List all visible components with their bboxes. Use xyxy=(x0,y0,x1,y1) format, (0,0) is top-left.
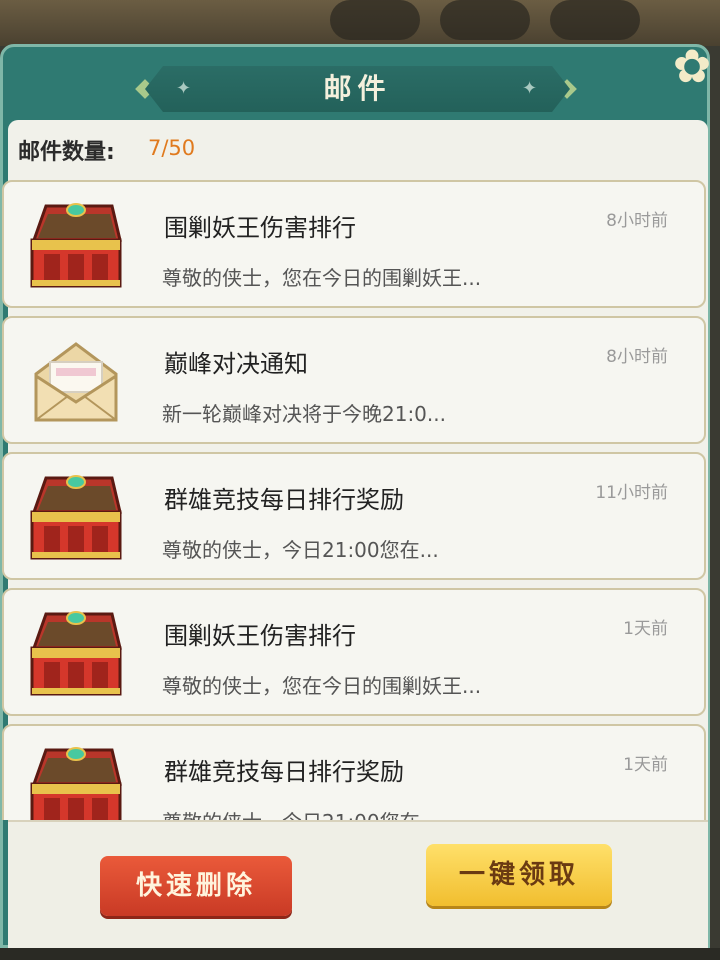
mail-item[interactable]: 围剿妖王伤害排行 尊敬的侠士，您在今日的围剿妖王... 1天前 xyxy=(2,588,706,716)
mail-list[interactable]: 围剿妖王伤害排行 尊敬的侠士，您在今日的围剿妖王... 8小时前 巅峰对决通知 … xyxy=(0,180,712,820)
page-title: 邮件 xyxy=(323,72,392,105)
treasure-chest-icon xyxy=(26,200,126,292)
mail-title: 巅峰对决通知 xyxy=(164,350,308,378)
mail-preview: 尊敬的侠士，您在今日的围剿妖王... xyxy=(162,674,482,698)
mail-title: 围剿妖王伤害排行 xyxy=(164,214,356,242)
mail-item[interactable]: 巅峰对决通知 新一轮巅峰对决将于今晚21:0... 8小时前 xyxy=(2,316,706,444)
flower-ornament-icon: ✿ xyxy=(672,39,712,93)
background-top-strip xyxy=(0,0,720,46)
background-blob xyxy=(440,0,530,40)
background-blob xyxy=(330,0,420,40)
treasure-chest-icon xyxy=(26,472,126,564)
mail-title: 群雄竞技每日排行奖励 xyxy=(164,758,404,786)
mail-title: 群雄竞技每日排行奖励 xyxy=(164,486,404,514)
mail-item[interactable]: 群雄竞技每日排行奖励 尊敬的侠士，今日21:00您在 1天前 xyxy=(2,724,706,820)
claim-all-button[interactable]: 一键领取 xyxy=(426,844,612,906)
mail-item[interactable]: 群雄竞技每日排行奖励 尊敬的侠士，今日21:00您在... 11小时前 xyxy=(2,452,706,580)
treasure-chest-icon xyxy=(26,744,126,820)
mail-time: 8小时前 xyxy=(606,211,668,231)
mail-title: 围剿妖王伤害排行 xyxy=(164,622,356,650)
mail-preview: 尊敬的侠士，您在今日的围剿妖王... xyxy=(162,266,482,290)
mail-time: 1天前 xyxy=(623,755,668,775)
mail-time: 11小时前 xyxy=(595,483,668,503)
envelope-icon xyxy=(26,336,126,428)
mail-count-label: 邮件数量: xyxy=(18,140,115,165)
treasure-chest-icon xyxy=(26,608,126,700)
background-bottom-strip xyxy=(0,948,720,960)
mail-count-value: 7/50 xyxy=(148,136,196,160)
mail-preview: 新一轮巅峰对决将于今晚21:0... xyxy=(162,402,446,426)
mail-preview: 尊敬的侠士，今日21:00您在 xyxy=(162,806,420,820)
mail-time: 1天前 xyxy=(623,619,668,639)
mail-item[interactable]: 围剿妖王伤害排行 尊敬的侠士，您在今日的围剿妖王... 8小时前 xyxy=(2,180,706,308)
mail-time: 8小时前 xyxy=(606,347,668,367)
mail-preview: 尊敬的侠士，今日21:00您在... xyxy=(162,538,439,562)
background-blob xyxy=(550,0,640,40)
quick-delete-button[interactable]: 快速删除 xyxy=(100,856,292,916)
